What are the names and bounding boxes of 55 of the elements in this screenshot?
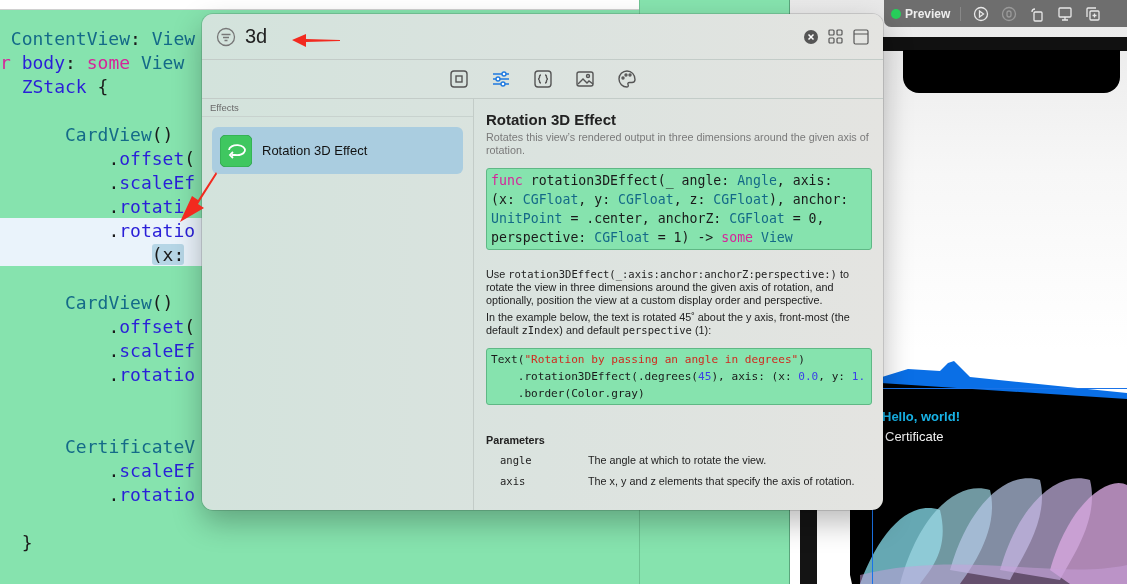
code-line: ZStack {	[21, 75, 109, 97]
code-line: .scaleEf	[108, 339, 196, 361]
window-icon	[853, 28, 869, 45]
parameter-name: axis	[500, 475, 527, 488]
code-line: }	[21, 531, 33, 553]
code-line: .offset(	[108, 315, 196, 337]
parameter-description: The angle at which to rotate the view.	[588, 454, 768, 467]
description-paragraph: Use rotation3DEffect(_:axis:anchor:anchorZ:perspective:) to rotate the view in three dimensions around the given axis of rotation, and optionally, position the view at a custom display order and perspective.	[486, 268, 850, 307]
code-line: .rotati	[108, 195, 185, 217]
close-icon	[804, 29, 818, 44]
sliders-icon	[490, 69, 511, 89]
palette-icon	[616, 69, 637, 89]
square-icon	[448, 69, 469, 89]
code-line: .scaleEf	[108, 459, 196, 481]
preview-label: Preview	[891, 6, 962, 21]
preview-button[interactable]	[1029, 5, 1046, 22]
section-header: Effects	[202, 99, 473, 117]
status-dot	[891, 8, 901, 19]
grid-view-button[interactable]	[828, 29, 843, 44]
detail-summary: Rotates this view’s rendered output in three dimensions around the given axis of rotation.	[486, 131, 870, 157]
search-field[interactable]: 3d	[245, 25, 271, 48]
filter-icon	[216, 26, 236, 47]
library-item[interactable]: Rotation 3D Effect	[212, 127, 463, 174]
code-line: .offset(	[108, 147, 196, 169]
parameters-heading: Parameters	[486, 434, 546, 446]
detail-title: Rotation 3D Effect	[486, 111, 617, 128]
code-line: .rotatio	[108, 219, 196, 241]
parameter-description: The x, y and z elements that specify the axis of rotation.	[588, 475, 856, 488]
braces-icon	[532, 69, 553, 89]
example-code: Text("Rotation by passing an angle in degrees") .rotation3DEffect(.degrees(45), axis: (x: 0.0, y: 1. .border(Color.gray)	[486, 348, 872, 405]
code-line: .scaleEf	[108, 171, 196, 193]
details-button[interactable]	[853, 28, 869, 45]
rotation-icon	[220, 134, 252, 167]
card-title: Hello, world!	[882, 409, 960, 424]
code-line: CardView()	[65, 123, 174, 145]
duplicate-icon	[1085, 5, 1102, 22]
display-icon	[1057, 5, 1074, 22]
parameter-name: angle	[500, 454, 533, 467]
declaration-code: func rotation3DEffect(_ angle: Angle, axis: (x: CGFloat, y: CGFloat, z: CGFloat), anchor: UnitPoint = .center, anchorZ: CGFloat = 0, perspective: CGFloat = 1) -> some View	[486, 168, 872, 250]
card-subtitle: Certificate	[885, 429, 944, 444]
code-line: r body: some View	[0, 51, 185, 73]
clear-button[interactable]	[804, 29, 818, 44]
rotate-icon	[1029, 5, 1046, 22]
code-line: .rotatio	[108, 483, 196, 505]
code-line: .rotatio	[108, 363, 196, 385]
grid-icon	[828, 29, 843, 44]
code-line: ContentView: View	[10, 27, 196, 49]
play-icon	[973, 5, 990, 22]
stop-icon	[1001, 5, 1018, 22]
image-icon	[574, 69, 595, 89]
description-paragraph: In the example below, the text is rotated 45˚ about the y axis, front-most (the default zIndex) and default perspective (1):	[486, 311, 851, 337]
code-line: CertificateV	[65, 435, 196, 457]
preview-button[interactable]	[1085, 5, 1102, 22]
code-line: CardView()	[65, 291, 174, 313]
preview-button[interactable]	[1057, 5, 1074, 22]
